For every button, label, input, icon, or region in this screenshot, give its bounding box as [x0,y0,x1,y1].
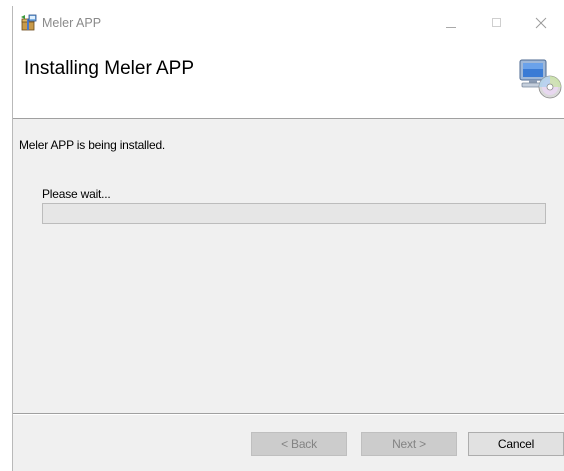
window-title: Meler APP [42,16,102,30]
please-wait-label: Please wait... [42,187,111,201]
header-banner: Installing Meler APP [13,40,564,119]
back-button[interactable]: < Back [251,432,347,456]
close-icon [535,17,547,29]
minimize-button[interactable] [428,6,474,40]
installer-package-icon [20,14,38,32]
minimize-icon [446,27,456,28]
installer-window: Meler APP Installing Meler APP Meler APP… [12,6,564,471]
page-title: Installing Meler APP [24,58,195,79]
computer-cd-icon [518,56,562,100]
maximize-icon [492,18,501,27]
cancel-button[interactable]: Cancel [468,432,564,456]
close-button[interactable] [518,6,564,40]
title-bar[interactable]: Meler APP [13,6,564,40]
maximize-button[interactable] [474,6,520,40]
next-button[interactable]: Next > [361,432,457,456]
install-status-text: Meler APP is being installed. [19,138,166,152]
install-progress-bar [42,203,546,224]
